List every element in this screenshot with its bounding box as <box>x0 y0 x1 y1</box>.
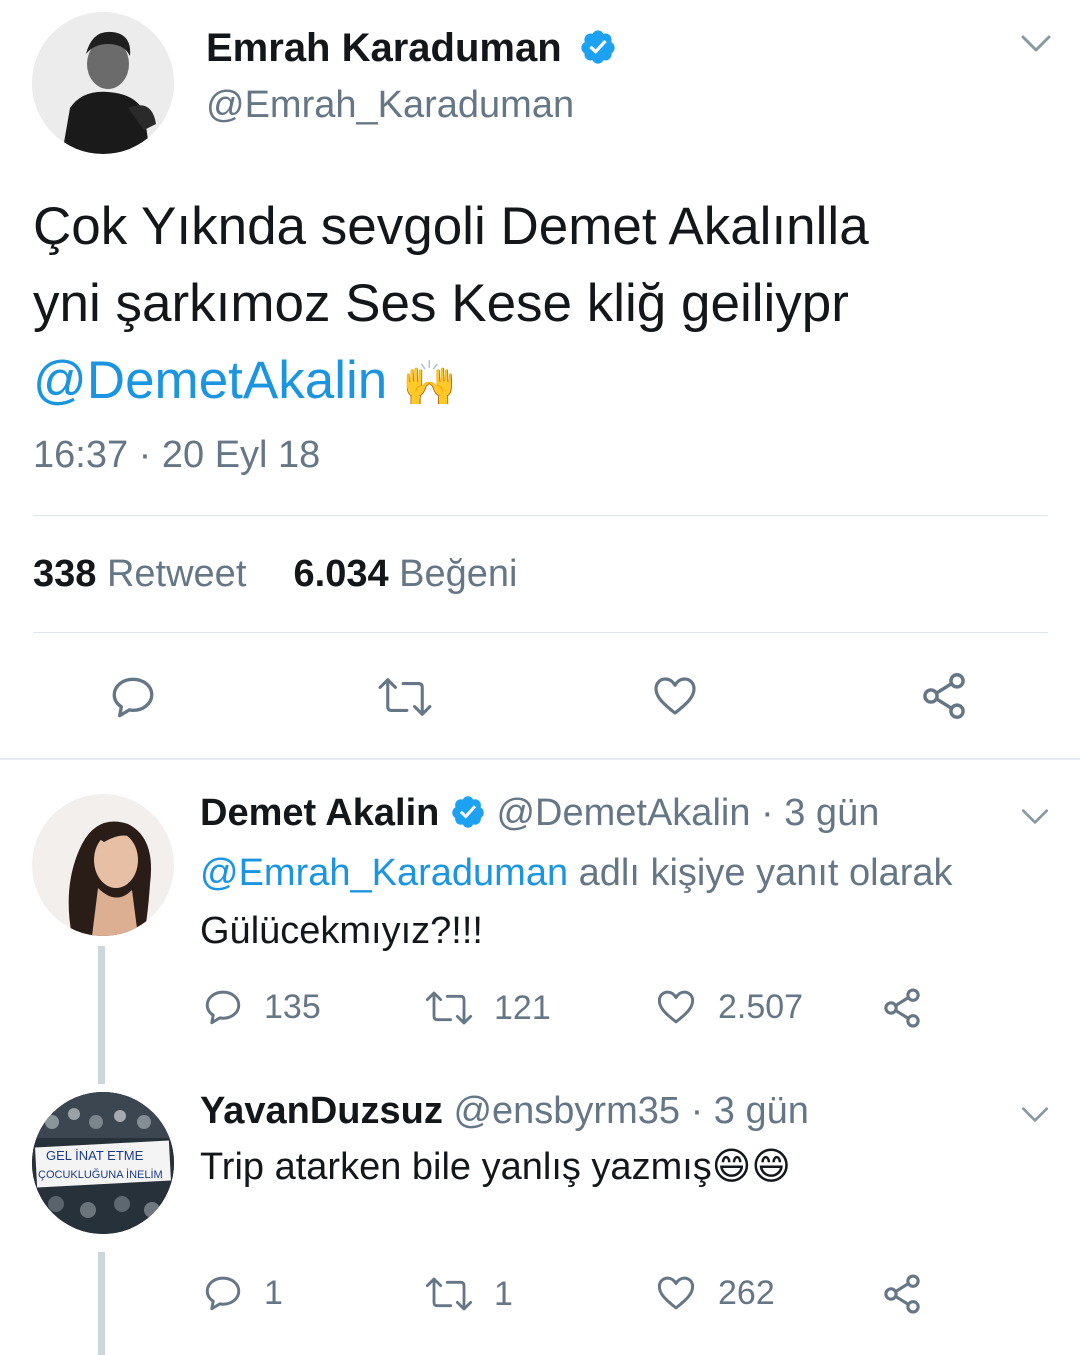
retweet-button[interactable]: 1 <box>424 1274 513 1314</box>
share-button[interactable] <box>880 986 924 1030</box>
like-label: Beğeni <box>399 553 518 595</box>
reply-avatar[interactable]: GEL İNAT ETME ÇOCUKLUĞUNA İNELİM <box>32 1092 174 1234</box>
chevron-down-icon[interactable] <box>1020 808 1050 826</box>
like-count: 6.034 <box>293 553 389 595</box>
reply-count: 1 <box>264 1273 283 1312</box>
reply-count: 135 <box>264 987 321 1026</box>
thread-line <box>98 1252 105 1355</box>
chevron-down-icon[interactable] <box>1020 1106 1050 1124</box>
like-button[interactable]: 2.507 <box>654 986 803 1028</box>
reply-author-name[interactable]: YavanDuzsuz <box>200 1090 443 1132</box>
main-tweet: Emrah Karaduman @Emrah_Karaduman Çok Yık… <box>0 0 1080 760</box>
reply-tweet[interactable]: Demet Akalin @DemetAkalin · 3 gün @Emrah… <box>0 760 1080 1084</box>
tweet-timestamp[interactable]: 16:37 · 20 Eyl 18 <box>33 434 320 477</box>
reply-icon <box>205 990 241 1025</box>
grinning-emoji: 😄😄 <box>711 1146 792 1188</box>
reply-to-link[interactable]: @Emrah_Karaduman <box>200 852 568 894</box>
author-name[interactable]: Emrah Karaduman <box>206 26 617 71</box>
avatar-banner-line-1: GEL İNAT ETME <box>46 1148 144 1163</box>
reply-text: Gülücekmıyız?!!! <box>200 910 483 952</box>
share-button[interactable] <box>918 670 970 722</box>
retweet-button[interactable]: 121 <box>424 988 551 1028</box>
reply-body: Trip atarken bile yanlış yazmış😄😄 <box>200 1138 1030 1196</box>
divider <box>33 515 1048 516</box>
like-icon <box>657 1276 695 1310</box>
reply-avatar[interactable] <box>32 794 174 936</box>
share-button[interactable] <box>880 1272 924 1316</box>
like-count: 262 <box>718 1273 775 1312</box>
avatar-banner-line-2: ÇOCUKLUĞUNA İNELİM <box>38 1168 163 1181</box>
retweet-count: 1 <box>494 1274 513 1313</box>
verified-badge-icon <box>452 796 484 828</box>
retweet-count: 338 <box>33 553 97 595</box>
reply-to-suffix: adlı kişiye yanıt olarak <box>578 852 953 894</box>
divider <box>33 632 1048 633</box>
tweet-stats: 338 Retweet 6.034 Beğeni <box>33 553 517 596</box>
raised-hands-emoji: 🙌 <box>402 359 457 408</box>
like-stat[interactable]: 6.034 Beğeni <box>294 553 518 595</box>
chevron-down-icon[interactable] <box>1020 34 1052 54</box>
reply-author-handle[interactable]: @DemetAkalin <box>496 792 750 834</box>
reply-header: Demet Akalin @DemetAkalin · 3 gün <box>200 792 879 835</box>
reply-header: YavanDuzsuz @ensbyrm35 · 3 gün <box>200 1090 809 1133</box>
retweet-icon <box>378 678 432 716</box>
share-icon <box>923 673 965 719</box>
retweet-icon <box>425 991 473 1025</box>
reply-button[interactable]: 1 <box>202 1272 283 1314</box>
tweet-text: Çok Yıknda sevgoli Demet Akalınlla yni ş… <box>33 188 1043 422</box>
share-icon <box>884 988 920 1028</box>
reply-icon <box>205 1276 241 1311</box>
tweet-text-line-2: yni şarkımoz Ses Kese kliğ geiliypr <box>33 274 849 333</box>
retweet-label: Retweet <box>106 553 247 595</box>
mention-link[interactable]: @DemetAkalin <box>33 351 387 410</box>
reply-icon <box>112 677 154 718</box>
reply-author-name[interactable]: Demet Akalin <box>200 792 439 834</box>
reply-button[interactable]: 135 <box>202 986 321 1028</box>
share-icon <box>884 1274 920 1314</box>
retweet-icon <box>425 1277 473 1311</box>
like-icon <box>654 677 696 715</box>
like-icon <box>657 990 695 1024</box>
reply-tweet[interactable]: GEL İNAT ETME ÇOCUKLUĞUNA İNELİM YavanDu… <box>0 1080 1080 1355</box>
reply-button[interactable] <box>108 672 158 722</box>
reply-time[interactable]: · 3 gün <box>761 792 879 834</box>
retweet-stat[interactable]: 338 Retweet <box>33 553 257 595</box>
reply-body: @Emrah_Karaduman adlı kişiye yanıt olara… <box>200 844 1030 960</box>
like-button[interactable] <box>650 672 700 720</box>
retweet-count: 121 <box>494 988 551 1027</box>
author-handle[interactable]: @Emrah_Karaduman <box>206 84 574 127</box>
thread-line <box>98 946 105 1084</box>
author-avatar[interactable] <box>32 12 174 154</box>
tweet-text-line-1: Çok Yıknda sevgoli Demet Akalınlla <box>33 197 869 256</box>
verified-badge-icon <box>581 30 615 65</box>
reply-author-handle[interactable]: @ensbyrm35 <box>453 1090 680 1132</box>
replying-to: @Emrah_Karaduman adlı kişiye yanıt olara… <box>200 844 1030 902</box>
like-button[interactable]: 262 <box>654 1272 775 1314</box>
reply-text: Trip atarken bile yanlış yazmış <box>200 1146 712 1188</box>
like-count: 2.507 <box>718 987 804 1026</box>
reply-time[interactable]: · 3 gün <box>691 1090 809 1132</box>
retweet-button[interactable] <box>376 674 434 720</box>
